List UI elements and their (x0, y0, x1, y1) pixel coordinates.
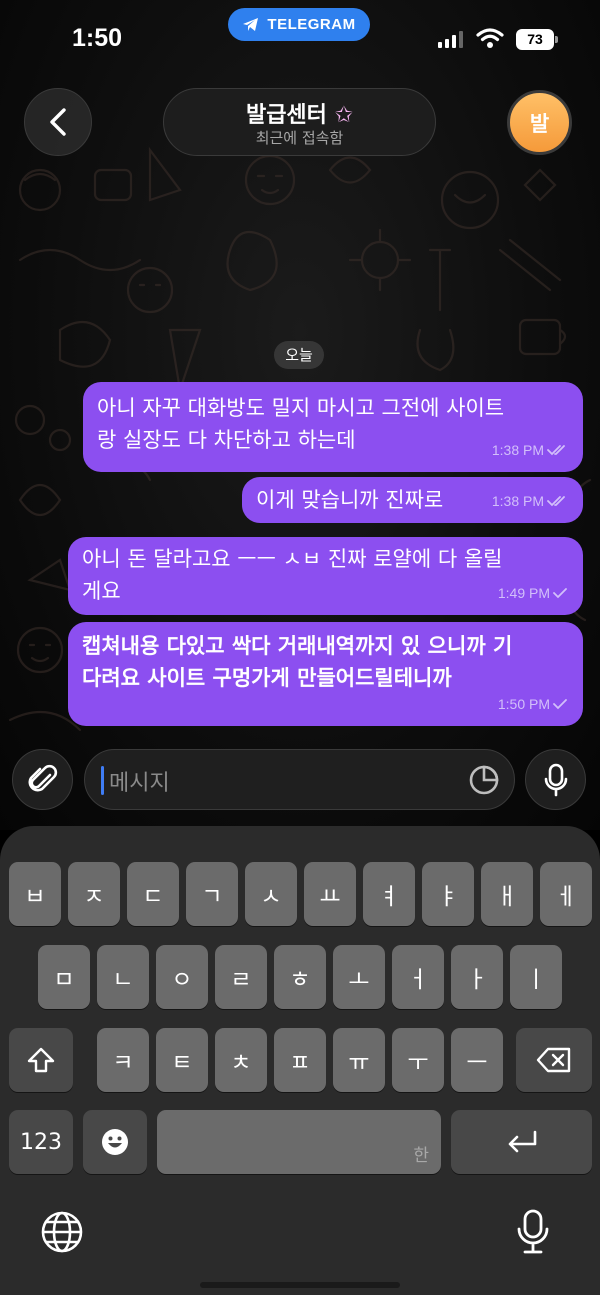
star-emoji-icon: ✩ (334, 103, 354, 128)
message-line: 아니 자꾸 대화방도 밀지 마시고 그전에 사이트 (97, 396, 505, 420)
message-meta: 1:49 PM (498, 577, 569, 609)
key[interactable]: ㅡ (451, 1028, 503, 1092)
message-line: 게요 (82, 579, 121, 603)
back-button[interactable] (24, 88, 92, 156)
chevron-left-icon (50, 108, 66, 136)
key[interactable]: ㄴ (97, 945, 149, 1009)
emoji-key[interactable] (83, 1110, 147, 1174)
message-time: 1:49 PM (497, 585, 550, 601)
message-input-placeholder: 메시지 (109, 771, 170, 796)
attach-button[interactable] (12, 749, 73, 810)
message-time: 1:38 PM (491, 493, 544, 509)
return-key[interactable] (451, 1110, 592, 1174)
key[interactable]: ㅣ (510, 945, 562, 1009)
key[interactable]: ㅛ (304, 862, 356, 926)
key[interactable]: ㅔ (540, 862, 592, 926)
key[interactable]: ㅠ (333, 1028, 385, 1092)
message-bubble[interactable]: 아니 돈 달라고요 ㅡㅡ ㅅㅂ 진짜 로얄에 다 올릴 게요 1:49 PM (68, 537, 583, 615)
key[interactable]: ㅁ (38, 945, 90, 1009)
date-divider: 오늘 (274, 341, 324, 369)
message-bubble[interactable]: 캡쳐내용 다있고 싹다 거래내역까지 있 으니까 기 다려요 사이트 구멍가게 … (68, 622, 583, 726)
message-line: 다려요 사이트 구멍가게 만들어드릴테니까 (82, 666, 452, 690)
key[interactable]: ㅍ (274, 1028, 326, 1092)
key[interactable]: ㅇ (156, 945, 208, 1009)
key[interactable]: ㅑ (422, 862, 474, 926)
key[interactable]: ㅏ (451, 945, 503, 1009)
dictation-microphone-icon[interactable] (514, 1208, 552, 1256)
key[interactable]: ㅈ (68, 862, 120, 926)
key[interactable]: ㅕ (363, 862, 415, 926)
text-caret (101, 766, 104, 795)
telegram-pill-label: TELEGRAM (267, 16, 356, 33)
delete-key[interactable] (516, 1028, 592, 1092)
key[interactable]: ㄹ (215, 945, 267, 1009)
key[interactable]: ㄷ (127, 862, 179, 926)
return-icon (508, 1130, 536, 1153)
chat-title-text: 발급센터 (245, 103, 327, 128)
numbers-key[interactable]: 123 (9, 1110, 73, 1174)
backspace-icon (536, 1047, 571, 1073)
key[interactable]: ㅜ (392, 1028, 444, 1092)
check-icon (553, 699, 567, 710)
key[interactable]: ㅗ (333, 945, 385, 1009)
microphone-icon (544, 763, 567, 796)
chat-last-seen: 최근에 접속함 (255, 129, 344, 147)
message-line: 캡쳐내용 다있고 싹다 거래내역까지 있 으니까 기 (82, 634, 513, 658)
chat-title-pill[interactable]: 발급센터 ✩ 최근에 접속함 (163, 88, 436, 156)
key[interactable]: ㅅ (245, 862, 297, 926)
space-key-hint: 한 (413, 1146, 429, 1166)
check-icon (553, 588, 567, 599)
globe-icon[interactable] (40, 1210, 84, 1254)
wifi-icon (476, 28, 504, 48)
key[interactable]: ㅌ (156, 1028, 208, 1092)
avatar[interactable]: 발 (507, 90, 572, 155)
message-bubble[interactable]: 이게 맞습니까 진짜로 1:38 PM (242, 477, 583, 523)
voice-message-button[interactable] (525, 749, 586, 810)
message-meta: 1:38 PM (492, 485, 569, 517)
paperclip-icon (28, 764, 57, 791)
message-time: 1:50 PM (497, 696, 550, 712)
double-check-icon (547, 445, 565, 456)
chat-title: 발급센터 ✩ (164, 97, 435, 129)
telegram-pill[interactable]: TELEGRAM (228, 8, 370, 41)
message-line: 아니 돈 달라고요 ㅡㅡ ㅅㅂ 진짜 로얄에 다 올릴 (82, 547, 503, 571)
key[interactable]: ㅎ (274, 945, 326, 1009)
status-time: 1:50 (72, 24, 123, 52)
message-input[interactable]: 메시지 (84, 749, 515, 810)
shift-key[interactable] (9, 1028, 73, 1092)
message-time: 1:38 PM (491, 442, 544, 458)
shift-icon (27, 1047, 55, 1073)
emoji-icon (102, 1129, 128, 1155)
message-meta: 1:38 PM (492, 434, 569, 466)
sticker-icon[interactable] (468, 764, 500, 796)
key[interactable]: ㅊ (215, 1028, 267, 1092)
telegram-logo-icon (243, 18, 259, 31)
message-bubble[interactable]: 아니 자꾸 대화방도 밀지 마시고 그전에 사이트 랑 실장도 다 차단하고 하… (83, 382, 583, 472)
key[interactable]: ㅂ (9, 862, 61, 926)
key[interactable]: ㄱ (186, 862, 238, 926)
key[interactable]: ㅓ (392, 945, 444, 1009)
status-bar: 1:50 TELEGRAM 73 (0, 0, 600, 70)
home-indicator (200, 1282, 400, 1288)
message-meta: 1:50 PM (498, 688, 569, 720)
battery-icon: 73 (516, 29, 558, 50)
space-key[interactable]: 한 (157, 1110, 441, 1174)
key[interactable]: ㅐ (481, 862, 533, 926)
cellular-signal-icon (438, 30, 463, 48)
double-check-icon (547, 496, 565, 507)
key[interactable]: ㅋ (97, 1028, 149, 1092)
